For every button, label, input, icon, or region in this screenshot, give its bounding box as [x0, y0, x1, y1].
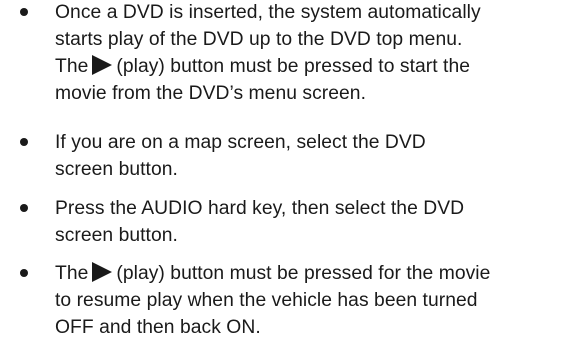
text-fragment: (play) button must be pressed to start t…: [116, 56, 470, 77]
text-line: Press the AUDIO hard key, then select th…: [55, 198, 465, 219]
bullet-text: Once a DVD is inserted, the system autom…: [55, 0, 570, 107]
bullet-dot: [20, 138, 28, 146]
text-line: movie from the DVD’s menu screen.: [55, 83, 366, 104]
bullet-text: The (play) button must be pressed for the…: [55, 260, 570, 341]
bullet-dot: [20, 269, 28, 277]
text-line: The (play) button must be pressed for the…: [55, 260, 570, 287]
bullet-dot: [20, 8, 28, 16]
text-line: The (play) button must be pressed to star…: [55, 53, 570, 80]
text-line: Once a DVD is inserted, the system autom…: [55, 2, 481, 23]
bullet-text: If you are on a map screen, select the D…: [55, 129, 570, 183]
text-line: OFF and then back ON.: [55, 317, 261, 338]
bullet-text: Press the AUDIO hard key, then select th…: [55, 195, 570, 249]
text-line: If you are on a map screen, select the D…: [55, 132, 426, 153]
play-icon: [92, 262, 113, 282]
text-fragment: The: [55, 263, 89, 284]
text-line: starts play of the DVD up to the DVD top…: [55, 29, 463, 50]
text-line: screen button.: [55, 225, 178, 246]
text-fragment: The: [55, 56, 89, 77]
bullet-dot: [20, 204, 28, 212]
text-fragment: (play) button must be pressed for the mo…: [116, 263, 491, 284]
text-line: to resume play when the vehicle has been…: [55, 290, 478, 311]
play-icon: [92, 55, 113, 75]
text-line: screen button.: [55, 159, 178, 180]
